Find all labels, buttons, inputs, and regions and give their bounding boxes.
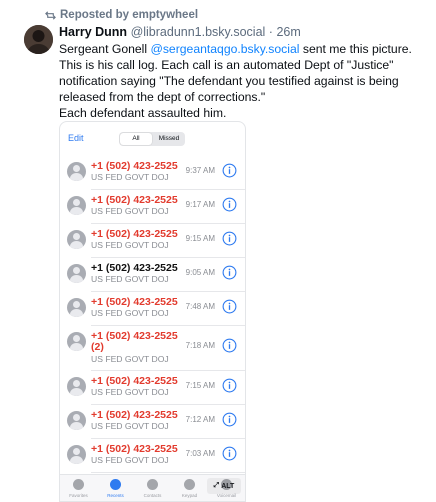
call-label: US FED GOVT DOJ — [91, 308, 169, 318]
contact-avatar-icon — [67, 264, 86, 283]
repost-banner[interactable]: Reposted by emptywheel — [45, 9, 198, 21]
tab-favorites: Favorites — [60, 475, 97, 501]
call-row: +1 (502) 423-2525 US FED GOVT DOJ 9:37 AM — [60, 156, 245, 190]
author-handle[interactable]: @libradunn1.bsky.social — [131, 25, 266, 39]
alt-label: ALT — [221, 482, 235, 490]
tab-contacts: Contacts — [134, 475, 171, 501]
repost-icon — [45, 10, 56, 20]
contact-avatar-icon — [67, 162, 86, 181]
call-number: +1 (502) 423-2525 — [91, 194, 178, 206]
call-time: 7:12 AM — [185, 415, 215, 424]
call-time: 9:15 AM — [185, 234, 215, 243]
call-time: 7:48 AM — [185, 302, 215, 311]
call-row: +1 (502) 423-2525 US FED GOVT DOJ 7:03 AM — [60, 439, 245, 473]
call-time: 9:17 AM — [185, 200, 215, 209]
call-label: US FED GOVT DOJ — [91, 387, 169, 397]
expand-icon: ⤢ — [213, 482, 220, 489]
info-icon — [222, 446, 237, 461]
contact-avatar-icon — [67, 445, 86, 464]
post-header: Harry Dunn @libradunn1.bsky.social · 26m — [59, 25, 301, 39]
contact-avatar-icon — [67, 230, 86, 249]
segment-control: All Missed — [119, 132, 185, 146]
call-number: +1 (502) 423-2525 — [91, 262, 178, 274]
phone-header: Edit All Missed — [60, 122, 245, 156]
info-icon — [222, 163, 237, 178]
clock-icon — [110, 479, 121, 490]
call-number: +1 (502) 423-2525 — [91, 228, 178, 240]
call-number: +1 (502) 423-2525 — [91, 443, 178, 455]
call-label: US FED GOVT DOJ — [91, 421, 169, 431]
header-separator: · — [268, 25, 273, 39]
call-number: +1 (502) 423-2525 — [91, 296, 178, 308]
row-divider — [91, 472, 245, 473]
post-age[interactable]: 26m — [276, 25, 300, 39]
call-row: +1 (502) 423-2525 (2) US FED GOVT DOJ 7:18 … — [60, 326, 245, 371]
call-number: +1 (502) 423-2525 — [91, 409, 178, 421]
call-row: +1 (502) 423-2525 US FED GOVT DOJ 9:15 AM — [60, 224, 245, 258]
call-label: US FED GOVT DOJ — [91, 274, 169, 284]
call-time: 7:03 AM — [185, 449, 215, 458]
info-icon — [222, 412, 237, 427]
call-row: +1 (502) 423-2525 US FED GOVT DOJ 7:12 AM — [60, 405, 245, 439]
mention-link[interactable]: @sergeantaqgo.bsky.social — [150, 42, 299, 56]
post-text: Sergeant Gonell @sergeantaqgo.bsky.socia… — [59, 41, 431, 121]
call-row: +1 (502) 423-2525 US FED GOVT DOJ 7:15 AM — [60, 371, 245, 405]
author-name[interactable]: Harry Dunn — [59, 25, 127, 39]
call-row: +1 (502) 423-2525 US FED GOVT DOJ 9:05 AM — [60, 258, 245, 292]
contact-avatar-icon — [67, 332, 86, 351]
call-label: US FED GOVT DOJ — [91, 206, 169, 216]
tab-recents: Recents — [97, 475, 134, 501]
info-icon — [222, 197, 237, 212]
info-icon — [222, 231, 237, 246]
post-text-part1: Sergeant Gonell — [59, 42, 151, 56]
author-avatar[interactable] — [24, 25, 53, 54]
star-icon — [73, 479, 84, 490]
info-icon — [222, 265, 237, 280]
call-time: 7:18 AM — [185, 341, 215, 350]
repost-label: Reposted by emptywheel — [60, 9, 199, 21]
keypad-icon — [184, 479, 195, 490]
call-number: +1 (502) 423-2525 — [91, 160, 178, 172]
call-label: US FED GOVT DOJ — [91, 240, 169, 250]
edit-button: Edit — [68, 133, 84, 143]
contact-avatar-icon — [67, 411, 86, 430]
call-row: +1 (502) 423-2525 US FED GOVT DOJ 7:48 AM — [60, 292, 245, 326]
info-icon — [222, 378, 237, 393]
info-icon — [222, 299, 237, 314]
call-count: (2) — [91, 341, 104, 353]
call-row: +1 (502) 423-2525 US FED GOVT DOJ 9:17 AM — [60, 190, 245, 224]
contact-avatar-icon — [67, 377, 86, 396]
segment-all: All — [120, 133, 152, 145]
call-list: +1 (502) 423-2525 US FED GOVT DOJ 9:37 AM +… — [60, 156, 245, 473]
segment-missed: Missed — [158, 135, 180, 142]
call-time: 9:05 AM — [185, 268, 215, 277]
post-text-line2: Each defendant assaulted him. — [59, 106, 227, 120]
call-label: US FED GOVT DOJ — [91, 172, 169, 182]
info-icon — [222, 338, 237, 353]
call-time: 9:37 AM — [185, 166, 215, 175]
call-number: +1 (502) 423-2525 — [91, 330, 178, 342]
call-time: 7:15 AM — [185, 381, 215, 390]
person-icon — [147, 479, 158, 490]
call-number: +1 (502) 423-2525 — [91, 375, 178, 387]
tab-keypad: Keypad — [171, 475, 208, 501]
attached-image[interactable]: Edit All Missed +1 (502) 423-2525 US FED … — [59, 121, 246, 502]
contact-avatar-icon — [67, 298, 86, 317]
alt-text-button[interactable]: ⤢ ALT — [207, 478, 241, 494]
contact-avatar-icon — [67, 196, 86, 215]
call-label: US FED GOVT DOJ — [91, 455, 169, 465]
call-label: US FED GOVT DOJ — [91, 354, 169, 364]
